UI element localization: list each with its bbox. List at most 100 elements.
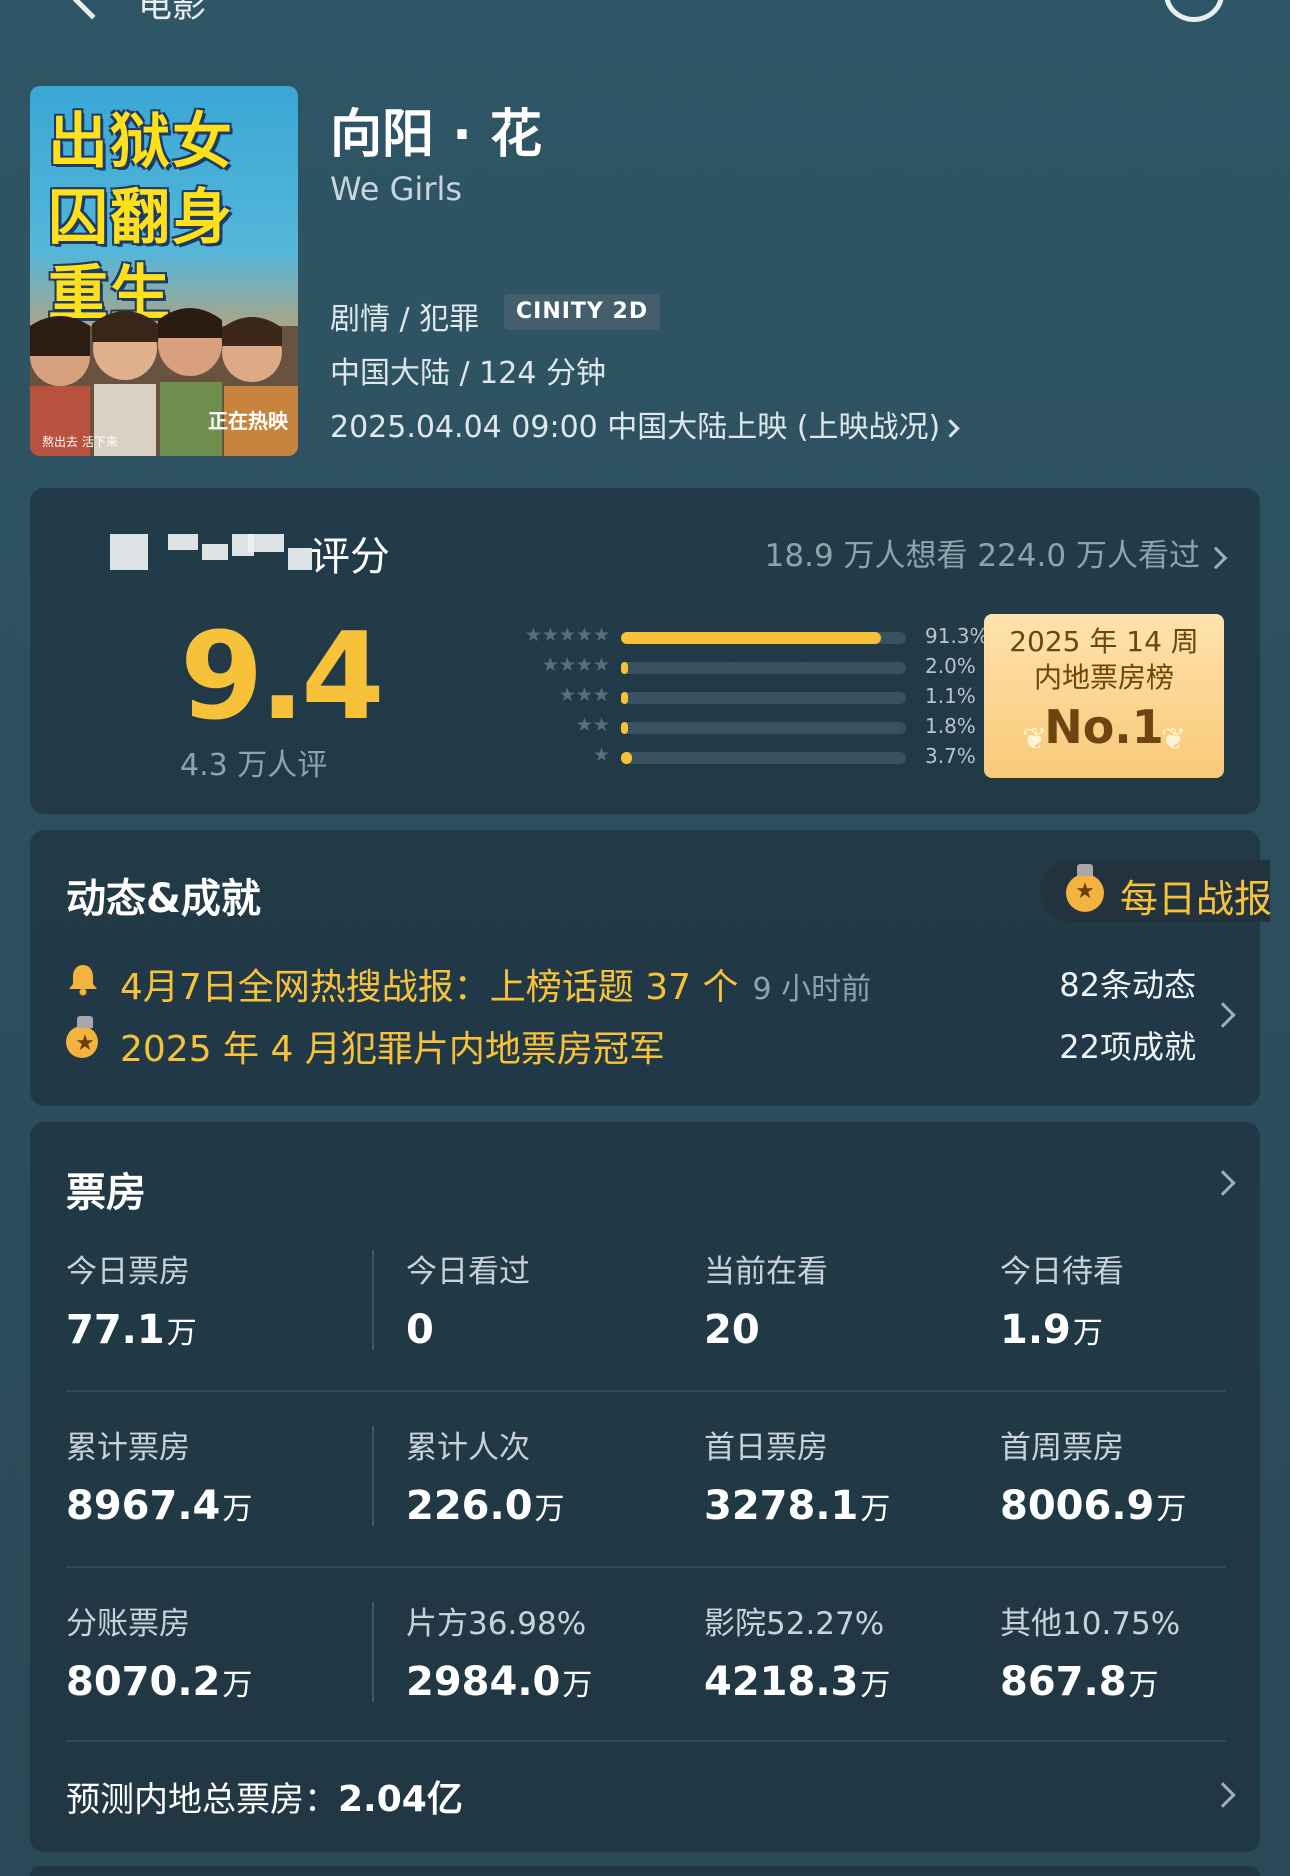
chevron-right-icon[interactable] (1210, 1170, 1236, 1196)
rating-label: 评分 (310, 534, 390, 580)
stat-unit: 万 (562, 1668, 593, 1703)
chevron-right-icon[interactable] (1210, 1002, 1236, 1028)
stat-value: 1.9 (1000, 1307, 1071, 1353)
stat-label: 首周票房 (1000, 1430, 1124, 1466)
rating-bar-track (621, 752, 906, 764)
back-arrow-icon[interactable] (66, 0, 118, 20)
stat-value: 3278.1 (704, 1483, 859, 1529)
stat-value: 4218.3 (704, 1659, 859, 1705)
medal-icon (66, 1016, 104, 1058)
stat-value-wrap: 2984.0万 (406, 1659, 592, 1705)
stat-cinema-share: 影院52.27% 4218.3万 (704, 1598, 890, 1705)
stat-unit: 万 (222, 1668, 253, 1703)
rating-card: 评分 18.9 万人想看 224.0 万人看过 9.4 4.3 万人评 ★★★★… (30, 488, 1260, 814)
stat-today-want-to-watch: 今日待看 1.9万 (1000, 1246, 1124, 1353)
movie-poster[interactable]: 出狱女囚翻身重生 正在热映 熬出去 活下来 (30, 86, 298, 456)
format-badge: CINITY 2D (504, 294, 661, 330)
rating-bar-track (621, 632, 906, 644)
stat-label: 分账票房 (66, 1606, 190, 1642)
laurel-right-icon: ❦ (1160, 722, 1186, 757)
stat-label: 今日待看 (1000, 1254, 1124, 1290)
rating-stats[interactable]: 18.9 万人想看 224.0 万人看过 (764, 530, 1228, 575)
stat-unit: 万 (1128, 1668, 1159, 1703)
divider (66, 1390, 1226, 1392)
forecast-row[interactable]: 预测内地总票房：2.04亿 (66, 1770, 463, 1822)
stat-value: 8070.2 (66, 1659, 221, 1705)
chevron-right-icon[interactable] (1210, 1782, 1236, 1808)
stat-value-wrap: 8006.9万 (1000, 1483, 1186, 1529)
forecast-value: 2.04亿 (338, 1779, 463, 1820)
movie-title: 向阳 · 花 (330, 105, 542, 165)
medal-icon (1066, 864, 1104, 912)
rating-stats-text: 18.9 万人想看 224.0 万人看过 (764, 538, 1200, 574)
movie-release[interactable]: 2025.04.04 09:00 中国大陆上映 (上映战况) (330, 402, 960, 446)
divider (372, 1426, 374, 1526)
top-nav-bar: 电影 (0, 0, 1290, 40)
stat-value-wrap: 3278.1万 (704, 1483, 890, 1529)
rating-bar-fill (621, 632, 882, 644)
stat-label: 累计人次 (406, 1430, 530, 1466)
stat-value: 0 (406, 1307, 434, 1353)
release-text: 2025.04.04 09:00 中国大陆上映 (上映战况) (330, 410, 941, 445)
dynamic-item-time: 9 小时前 (752, 972, 872, 1007)
stat-value-wrap: 1.9万 (1000, 1307, 1124, 1353)
stat-watching-now: 当前在看 20 (704, 1246, 828, 1353)
rating-bar-track (621, 692, 906, 704)
rating-dist-row: ★ 3.7% (475, 744, 995, 768)
rating-bar-fill (621, 692, 629, 704)
stat-value: 77.1 (66, 1307, 165, 1353)
share-icon[interactable] (1164, 0, 1224, 22)
movie-subtitle: We Girls (330, 170, 463, 208)
stat-label: 累计票房 (66, 1430, 190, 1466)
next-card-peek (30, 1866, 1260, 1876)
poster-tagline: 熬出去 活下来 (42, 435, 118, 449)
rating-pct: 1.8% (925, 714, 976, 738)
stat-today-box-office: 今日票房 77.1万 (66, 1246, 197, 1353)
stat-first-week: 首周票房 8006.9万 (1000, 1422, 1186, 1529)
rating-pct: 3.7% (925, 744, 976, 768)
stat-unit: 万 (860, 1492, 891, 1527)
stat-unit: 万 (860, 1668, 891, 1703)
stat-value: 2984.0 (406, 1659, 561, 1705)
stat-value-wrap: 226.0万 (406, 1483, 565, 1529)
rating-dist-row: ★★★ 1.1% (475, 684, 995, 708)
daily-report-button[interactable]: 每日战报 (1040, 860, 1273, 922)
stat-unit: 万 (222, 1492, 253, 1527)
rating-bar-fill (621, 722, 629, 734)
rating-bar-fill (621, 662, 629, 674)
dynamic-count[interactable]: 82条动态 (1059, 960, 1196, 1006)
rating-count: 4.3 万人评 (180, 748, 328, 783)
stat-total-admissions: 累计人次 226.0万 (406, 1422, 565, 1529)
stat-unit: 万 (534, 1492, 565, 1527)
redacted-source-mask (78, 534, 328, 574)
stat-value: 8967.4 (66, 1483, 221, 1529)
stat-unit: 万 (166, 1316, 197, 1351)
divider (66, 1566, 1226, 1568)
daily-report-label: 每日战报 (1120, 877, 1273, 921)
stat-label: 今日看过 (406, 1254, 530, 1290)
stat-split-box-office: 分账票房 8070.2万 (66, 1598, 252, 1705)
bell-icon (69, 965, 97, 996)
movie-genre: 剧情 / 犯罪 (330, 302, 480, 337)
achievement-count[interactable]: 22项成就 (1059, 1022, 1196, 1068)
divider (66, 1740, 1226, 1742)
stat-unit: 万 (1072, 1316, 1103, 1351)
dynamic-item-text: 4月7日全网热搜战报：上榜话题 37 个 9 小时前 (120, 958, 871, 1010)
star-icon: ★★★★ (541, 654, 610, 676)
stat-producer-share: 片方36.98% 2984.0万 (406, 1598, 592, 1705)
divider (372, 1602, 374, 1702)
stat-label: 影院52.27% (704, 1606, 885, 1642)
rating-dist-row: ★★★★★ 91.3% (475, 624, 995, 648)
stat-label: 其他10.75% (1000, 1606, 1181, 1642)
chevron-right-icon (1204, 546, 1228, 569)
rating-bar-track (621, 722, 906, 734)
poster-badge: 正在热映 (208, 409, 288, 433)
rank-period: 2025 年 14 周 (1009, 625, 1199, 658)
nav-title: 电影 (138, 0, 206, 26)
stat-value-wrap: 20 (704, 1307, 828, 1353)
star-icon: ★★★★★ (524, 624, 610, 646)
stat-value-wrap: 77.1万 (66, 1307, 197, 1353)
stat-value-wrap: 4218.3万 (704, 1659, 890, 1705)
box-office-title: 票房 (66, 1170, 146, 1216)
box-office-rank-badge[interactable]: 2025 年 14 周 内地票房榜 No.1 ❦ ❦ (984, 614, 1224, 778)
